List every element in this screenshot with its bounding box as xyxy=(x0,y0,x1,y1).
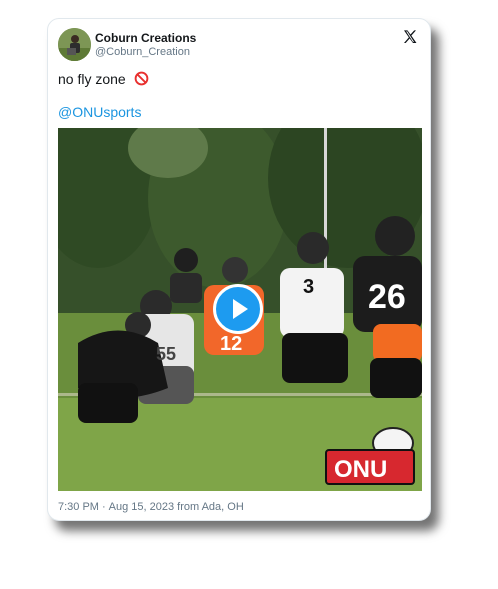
author-name[interactable]: Coburn Creations xyxy=(95,31,196,45)
mention-link[interactable]: @ONUsports xyxy=(58,104,141,120)
play-button[interactable] xyxy=(213,284,263,334)
jersey-number: 12 xyxy=(220,333,242,355)
tweet-card: Coburn Creations @Coburn_Creation no fly… xyxy=(47,18,431,521)
no-entry-emoji-icon xyxy=(134,71,148,86)
tweet-time[interactable]: 7:30 PM xyxy=(58,501,99,513)
video-media[interactable]: 26 3 12 55 ONU xyxy=(58,128,422,491)
tweet-date-location[interactable]: Aug 15, 2023 from Ada, OH xyxy=(109,501,244,513)
jersey-number: 3 xyxy=(303,276,314,298)
x-logo-icon[interactable] xyxy=(402,29,418,45)
author-handle[interactable]: @Coburn_Creation xyxy=(95,46,190,58)
avatar[interactable] xyxy=(58,28,91,61)
tweet-text-content: no fly zone xyxy=(58,71,126,87)
tweet-text: no fly zone xyxy=(58,71,149,87)
jersey-number: 55 xyxy=(156,344,176,364)
tweet-meta: 7:30 PM · Aug 15, 2023 from Ada, OH xyxy=(58,501,244,513)
jersey-number: 26 xyxy=(368,278,406,316)
play-icon xyxy=(233,299,248,319)
meta-separator: · xyxy=(101,501,106,513)
onu-watermark-text: ONU xyxy=(334,456,387,483)
